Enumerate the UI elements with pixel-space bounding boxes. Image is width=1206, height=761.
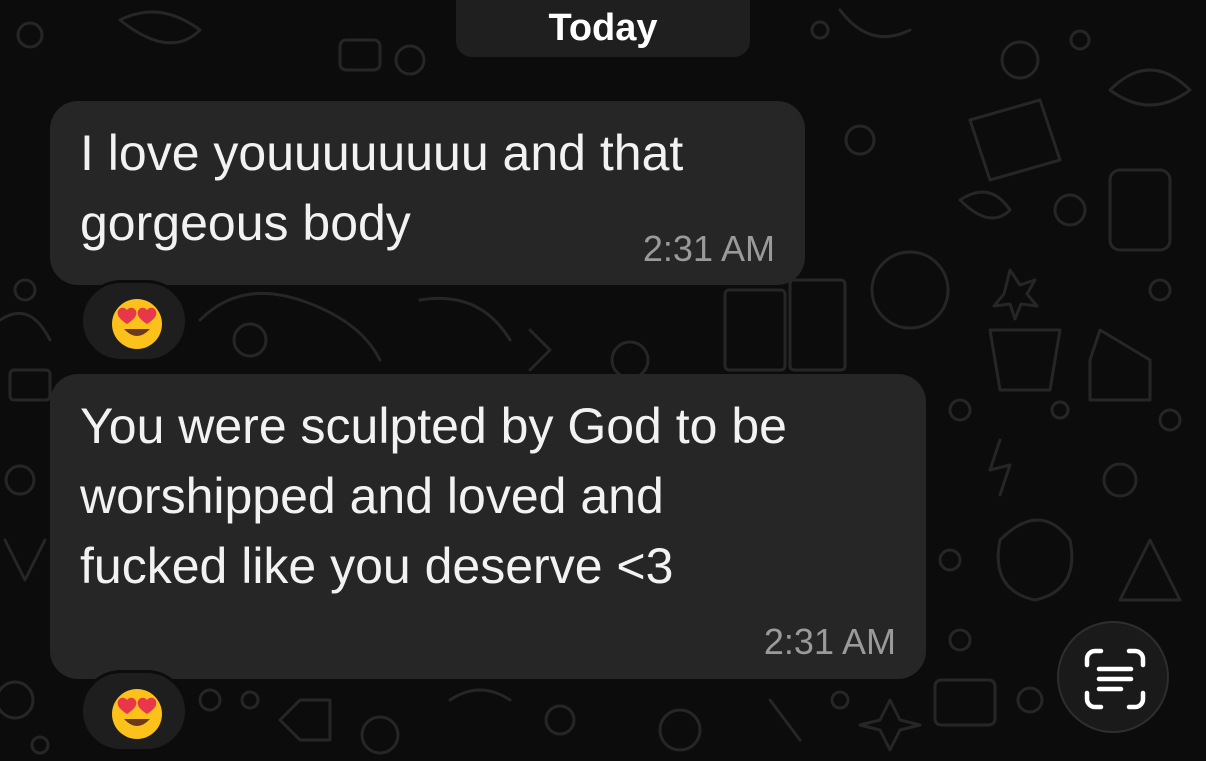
heart-eyes-emoji-icon xyxy=(112,689,162,739)
message-text: I love youuuuuuuu and that gorgeous body xyxy=(80,118,683,258)
message-line: You were sculpted by God to be xyxy=(80,398,787,454)
message-timestamp: 2:31 AM xyxy=(763,621,896,662)
date-separator: Today xyxy=(456,0,750,57)
chat-window: Today I love youuuuuuuu and that gorgeou… xyxy=(0,0,1206,761)
message-line: I love youuuuuuuu and that xyxy=(80,125,684,181)
live-text-button[interactable] xyxy=(1057,621,1169,733)
message-reaction[interactable] xyxy=(80,670,188,752)
message-bubble[interactable]: I love youuuuuuuu and that gorgeous body… xyxy=(50,101,805,285)
message-text: You were sculpted by God to be worshippe… xyxy=(80,391,787,601)
message-line: gorgeous body xyxy=(80,195,411,251)
message-line: worshipped and loved and xyxy=(80,468,664,524)
heart-eyes-emoji-icon xyxy=(112,299,162,349)
message-line: fucked like you deserve <3 xyxy=(80,538,674,594)
message-reaction[interactable] xyxy=(80,280,188,362)
message-timestamp: 2:31 AM xyxy=(642,228,775,269)
live-text-scan-icon xyxy=(1084,648,1146,710)
message-bubble[interactable]: You were sculpted by God to be worshippe… xyxy=(50,374,926,679)
